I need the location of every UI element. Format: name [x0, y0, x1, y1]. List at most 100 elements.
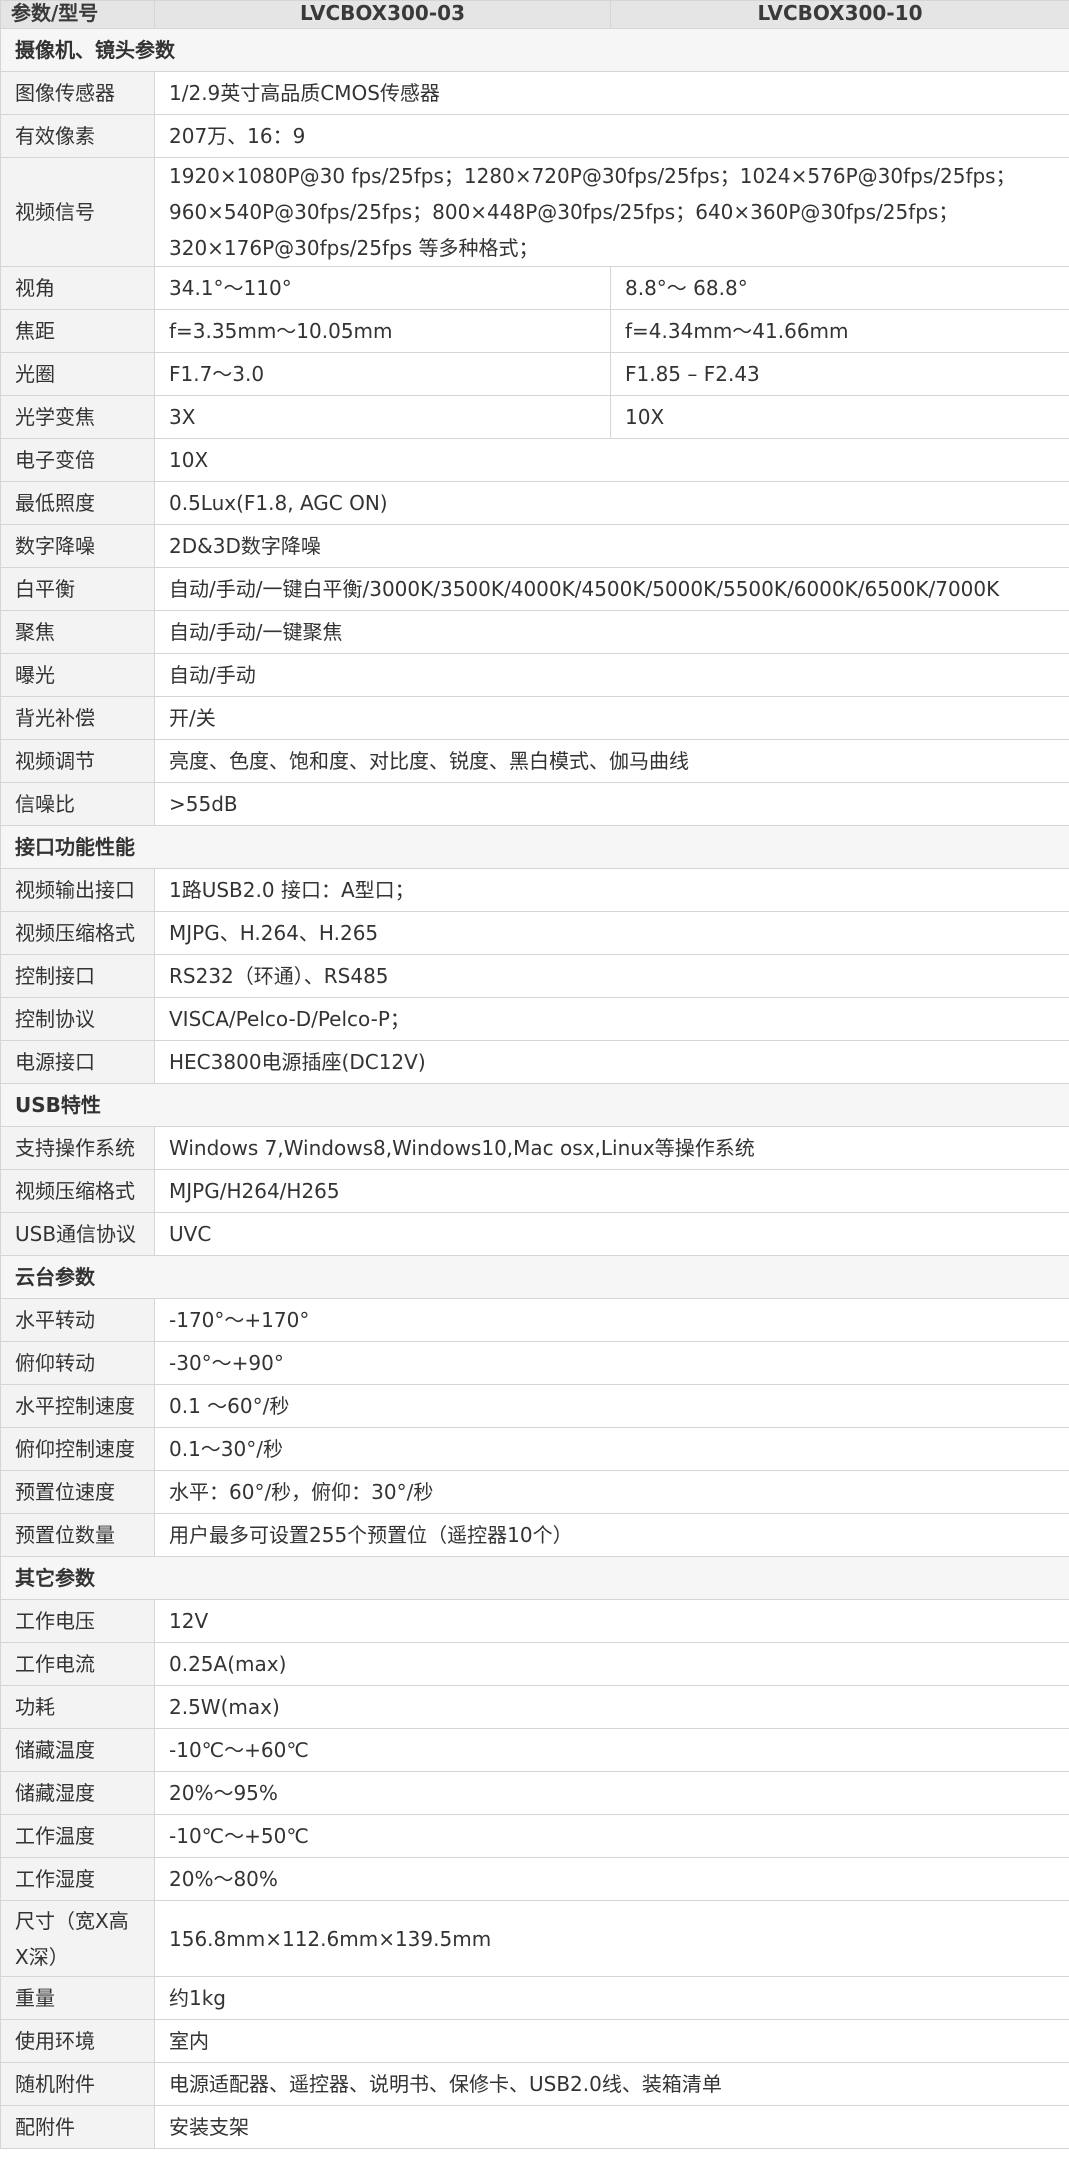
row-label: 数字降噪 — [0, 524, 155, 568]
table-row: 聚焦 自动/手动/一键聚焦 — [0, 610, 1069, 654]
table-row: 水平控制速度 0.1 ～60°/秒 — [0, 1384, 1069, 1428]
table-row: 图像传感器 1/2.9英寸高品质CMOS传感器 — [0, 71, 1069, 115]
section-header: 接口功能性能 — [0, 825, 1069, 869]
row-value: 自动/手动/一键白平衡/3000K/3500K/4000K/4500K/5000… — [154, 567, 1069, 611]
row-value: -10℃～+60℃ — [154, 1728, 1069, 1772]
header-param-label: 参数/型号 — [0, 0, 155, 29]
section-title: 摄像机、镜头参数 — [0, 28, 1069, 72]
table-row: 水平转动 -170°～+170° — [0, 1298, 1069, 1342]
row-value: 0.25A(max) — [154, 1642, 1069, 1686]
row-value-model-a: f=3.35mm～10.05mm — [154, 309, 611, 353]
row-label: 水平转动 — [0, 1298, 155, 1342]
row-value: 约1kg — [154, 1976, 1069, 2020]
table-row: 曝光 自动/手动 — [0, 653, 1069, 697]
row-label: 预置位数量 — [0, 1513, 155, 1557]
row-label: 控制协议 — [0, 997, 155, 1041]
row-value-model-b: 8.8°～ 68.8° — [610, 266, 1069, 310]
table-row: 工作湿度 20%～80% — [0, 1857, 1069, 1901]
table-row: 预置位速度 水平：60°/秒，俯仰：30°/秒 — [0, 1470, 1069, 1514]
row-label: USB通信协议 — [0, 1212, 155, 1256]
row-label: 视角 — [0, 266, 155, 310]
row-value: -10℃～+50℃ — [154, 1814, 1069, 1858]
table-row: USB通信协议 UVC — [0, 1212, 1069, 1256]
spec-table: 参数/型号 LVCBOX300-03 LVCBOX300-10 摄像机、镜头参数… — [0, 0, 1069, 2149]
row-label: 光学变焦 — [0, 395, 155, 439]
row-label: 视频输出接口 — [0, 868, 155, 912]
section-header: 云台参数 — [0, 1255, 1069, 1299]
row-label: 工作电流 — [0, 1642, 155, 1686]
row-value: -170°～+170° — [154, 1298, 1069, 1342]
row-value: 1920×1080P@30 fps/25fps；1280×720P@30fps/… — [154, 157, 1069, 267]
row-value: 10X — [154, 438, 1069, 482]
table-row: 背光补偿 开/关 — [0, 696, 1069, 740]
table-row: 尺寸（宽X高X深） 156.8mm×112.6mm×139.5mm — [0, 1900, 1069, 1977]
row-label: 聚焦 — [0, 610, 155, 654]
row-value: HEC3800电源插座(DC12V) — [154, 1040, 1069, 1084]
row-value: 电源适配器、遥控器、说明书、保修卡、USB2.0线、装箱清单 — [154, 2062, 1069, 2106]
row-label: 尺寸（宽X高X深） — [0, 1900, 155, 1977]
row-value: VISCA/Pelco-D/Pelco-P； — [154, 997, 1069, 1041]
row-label: 重量 — [0, 1976, 155, 2020]
row-label: 背光补偿 — [0, 696, 155, 740]
row-label: 控制接口 — [0, 954, 155, 998]
row-value: 1路USB2.0 接口：A型口； — [154, 868, 1069, 912]
table-row: 功耗 2.5W(max) — [0, 1685, 1069, 1729]
row-value: 12V — [154, 1599, 1069, 1643]
table-row: 电源接口 HEC3800电源插座(DC12V) — [0, 1040, 1069, 1084]
row-value-model-a: F1.7～3.0 — [154, 352, 611, 396]
table-row: 电子变倍 10X — [0, 438, 1069, 482]
row-value: 0.1～30°/秒 — [154, 1427, 1069, 1471]
row-value: 20%～80% — [154, 1857, 1069, 1901]
table-row: 工作温度 -10℃～+50℃ — [0, 1814, 1069, 1858]
row-value: 0.1 ～60°/秒 — [154, 1384, 1069, 1428]
table-row: 预置位数量 用户最多可设置255个预置位（遥控器10个） — [0, 1513, 1069, 1557]
row-value: 156.8mm×112.6mm×139.5mm — [154, 1900, 1069, 1977]
row-value: 1/2.9英寸高品质CMOS传感器 — [154, 71, 1069, 115]
section-header: 其它参数 — [0, 1556, 1069, 1600]
table-row: 信噪比 >55dB — [0, 782, 1069, 826]
table-row: 控制接口 RS232（环通）、RS485 — [0, 954, 1069, 998]
table-row: 视频输出接口 1路USB2.0 接口：A型口； — [0, 868, 1069, 912]
row-value: MJPG/H264/H265 — [154, 1169, 1069, 1213]
row-label: 工作湿度 — [0, 1857, 155, 1901]
section-title: 接口功能性能 — [0, 825, 1069, 869]
table-row: 光圈 F1.7～3.0 F1.85 – F2.43 — [0, 352, 1069, 396]
row-value-model-b: F1.85 – F2.43 — [610, 352, 1069, 396]
row-label: 预置位速度 — [0, 1470, 155, 1514]
row-label: 储藏温度 — [0, 1728, 155, 1772]
table-row: 俯仰转动 -30°～+90° — [0, 1341, 1069, 1385]
header-model-b: LVCBOX300-10 — [610, 0, 1069, 29]
row-value-model-b: f=4.34mm～41.66mm — [610, 309, 1069, 353]
table-row: 视频压缩格式 MJPG、H.264、H.265 — [0, 911, 1069, 955]
table-row: 数字降噪 2D&3D数字降噪 — [0, 524, 1069, 568]
row-label: 功耗 — [0, 1685, 155, 1729]
row-label: 随机附件 — [0, 2062, 155, 2106]
section-title: 其它参数 — [0, 1556, 1069, 1600]
row-label: 工作电压 — [0, 1599, 155, 1643]
table-row: 使用环境 室内 — [0, 2019, 1069, 2063]
table-row: 白平衡 自动/手动/一键白平衡/3000K/3500K/4000K/4500K/5… — [0, 567, 1069, 611]
row-label: 俯仰控制速度 — [0, 1427, 155, 1471]
table-row: 工作电流 0.25A(max) — [0, 1642, 1069, 1686]
table-row: 随机附件 电源适配器、遥控器、说明书、保修卡、USB2.0线、装箱清单 — [0, 2062, 1069, 2106]
table-row: 最低照度 0.5Lux(F1.8, AGC ON) — [0, 481, 1069, 525]
row-label: 曝光 — [0, 653, 155, 697]
table-row: 视频调节 亮度、色度、饱和度、对比度、锐度、黑白模式、伽马曲线 — [0, 739, 1069, 783]
row-value: 自动/手动 — [154, 653, 1069, 697]
row-value-model-a: 3X — [154, 395, 611, 439]
row-value-model-a: 34.1°～110° — [154, 266, 611, 310]
row-value: 2D&3D数字降噪 — [154, 524, 1069, 568]
table-row: 焦距 f=3.35mm～10.05mm f=4.34mm～41.66mm — [0, 309, 1069, 353]
section-title: 云台参数 — [0, 1255, 1069, 1299]
section-header: USB特性 — [0, 1083, 1069, 1127]
row-value: 2.5W(max) — [154, 1685, 1069, 1729]
row-label: 焦距 — [0, 309, 155, 353]
row-value: RS232（环通）、RS485 — [154, 954, 1069, 998]
header-model-a: LVCBOX300-03 — [154, 0, 611, 29]
row-value: 0.5Lux(F1.8, AGC ON) — [154, 481, 1069, 525]
row-label: 视频调节 — [0, 739, 155, 783]
row-label: 俯仰转动 — [0, 1341, 155, 1385]
row-label: 视频压缩格式 — [0, 911, 155, 955]
table-row: 光学变焦 3X 10X — [0, 395, 1069, 439]
row-value-model-b: 10X — [610, 395, 1069, 439]
